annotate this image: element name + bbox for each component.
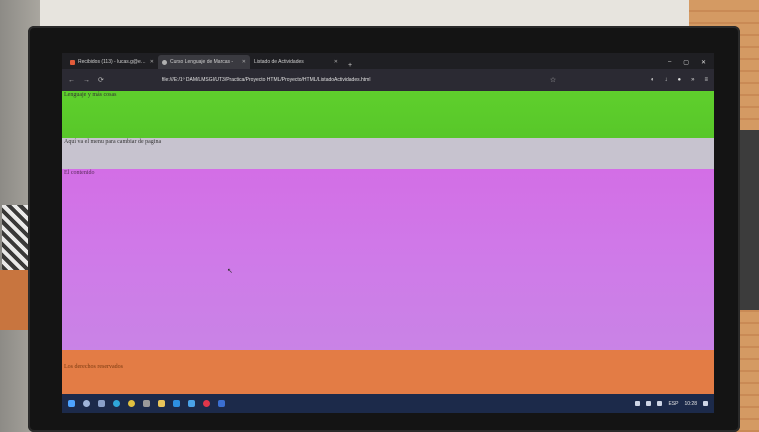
app-icon[interactable] [143, 400, 150, 407]
tab-gmail[interactable]: Recibidos (113) - lucas.g@e… ✕ [66, 55, 158, 69]
reload-icon[interactable]: ⟳ [98, 76, 104, 84]
main-text: El contenido [64, 170, 95, 176]
address-bar[interactable]: file:///E:/1º DAM/LMSGI/UT3/Practica/Pro… [162, 77, 462, 83]
tab-label: Recibidos (113) - lucas.g@e… [78, 59, 146, 65]
start-icon[interactable] [68, 400, 75, 407]
battery-icon[interactable] [646, 401, 652, 406]
explorer-icon[interactable] [158, 400, 165, 407]
notifications-icon[interactable] [703, 401, 708, 406]
maximize-button[interactable]: ▢ [683, 59, 689, 66]
tab-label: Curso Lenguaje de Marcas - [170, 59, 234, 65]
close-icon[interactable]: ✕ [150, 59, 154, 65]
vscode-icon[interactable] [173, 400, 180, 407]
language-indicator[interactable]: ESP [668, 401, 678, 407]
page-nav-section: Aquí va el menu para cambiar de pagina [62, 138, 714, 169]
chrome-icon[interactable] [128, 400, 135, 407]
app-icon[interactable] [188, 400, 195, 407]
close-icon[interactable]: ✕ [334, 59, 338, 65]
nav-bar: ← → ⟳ file:///E:/1º DAM/LMSGI/UT3/Practi… [62, 69, 714, 91]
mouse-cursor-icon: ↖ [227, 268, 233, 275]
tab-listado[interactable]: Listado de Actividades ✕ [250, 55, 342, 69]
back-arrow-icon[interactable]: ← [68, 77, 75, 84]
computer-case [737, 130, 759, 310]
taskbar: ESP 10:28 [62, 394, 714, 413]
tab-bar: Recibidos (113) - lucas.g@e… ✕ Curso Len… [62, 53, 714, 69]
gmail-icon [70, 59, 75, 65]
system-tray: ESP 10:28 [635, 401, 708, 407]
clock[interactable]: 10:28 [684, 401, 697, 407]
opera-icon[interactable] [203, 400, 210, 407]
keyboard-edge [2, 205, 28, 275]
edge-icon[interactable] [113, 400, 120, 407]
window-controls: – ▢ ✕ [668, 55, 714, 69]
task-view-icon[interactable] [98, 400, 105, 407]
tab-label: Listado de Actividades [254, 59, 304, 65]
bookmark-star-icon[interactable]: ☆ [550, 76, 556, 84]
nav-text: Aquí va el menu para cambiar de pagina [64, 139, 162, 145]
forward-arrow-icon[interactable]: → [83, 77, 90, 84]
extensions-icon[interactable]: » [691, 77, 694, 83]
search-icon[interactable] [83, 400, 90, 407]
toolbar-icons: ◐ ↓ ● » ≡ [651, 77, 708, 83]
screen: Recibidos (113) - lucas.g@e… ✕ Curso Len… [62, 53, 714, 413]
network-icon[interactable] [635, 401, 641, 406]
tab-curso[interactable]: Curso Lenguaje de Marcas - ✕ [158, 55, 250, 69]
pocket-icon[interactable]: ◐ [651, 77, 655, 83]
web-page: Lenguaje y más cosas Aquí va el menu par… [62, 91, 714, 413]
close-button[interactable]: ✕ [701, 59, 706, 66]
minimize-button[interactable]: – [668, 59, 671, 65]
word-icon[interactable] [218, 400, 225, 407]
footer-text: Los derechos reservados [64, 364, 123, 370]
page-main-section: El contenido ↖ [62, 169, 714, 350]
header-text: Lenguaje y más cosas [64, 92, 117, 98]
page-header-section: Lenguaje y más cosas [62, 91, 714, 138]
close-icon[interactable]: ✕ [242, 59, 246, 65]
menu-icon[interactable]: ≡ [704, 77, 708, 83]
account-icon[interactable]: ● [678, 77, 682, 83]
volume-icon[interactable] [657, 401, 663, 406]
globe-icon [162, 59, 167, 65]
download-icon[interactable]: ↓ [665, 77, 668, 83]
page-footer-section: Los derechos reservados [62, 350, 714, 394]
new-tab-button[interactable]: + [342, 62, 358, 69]
